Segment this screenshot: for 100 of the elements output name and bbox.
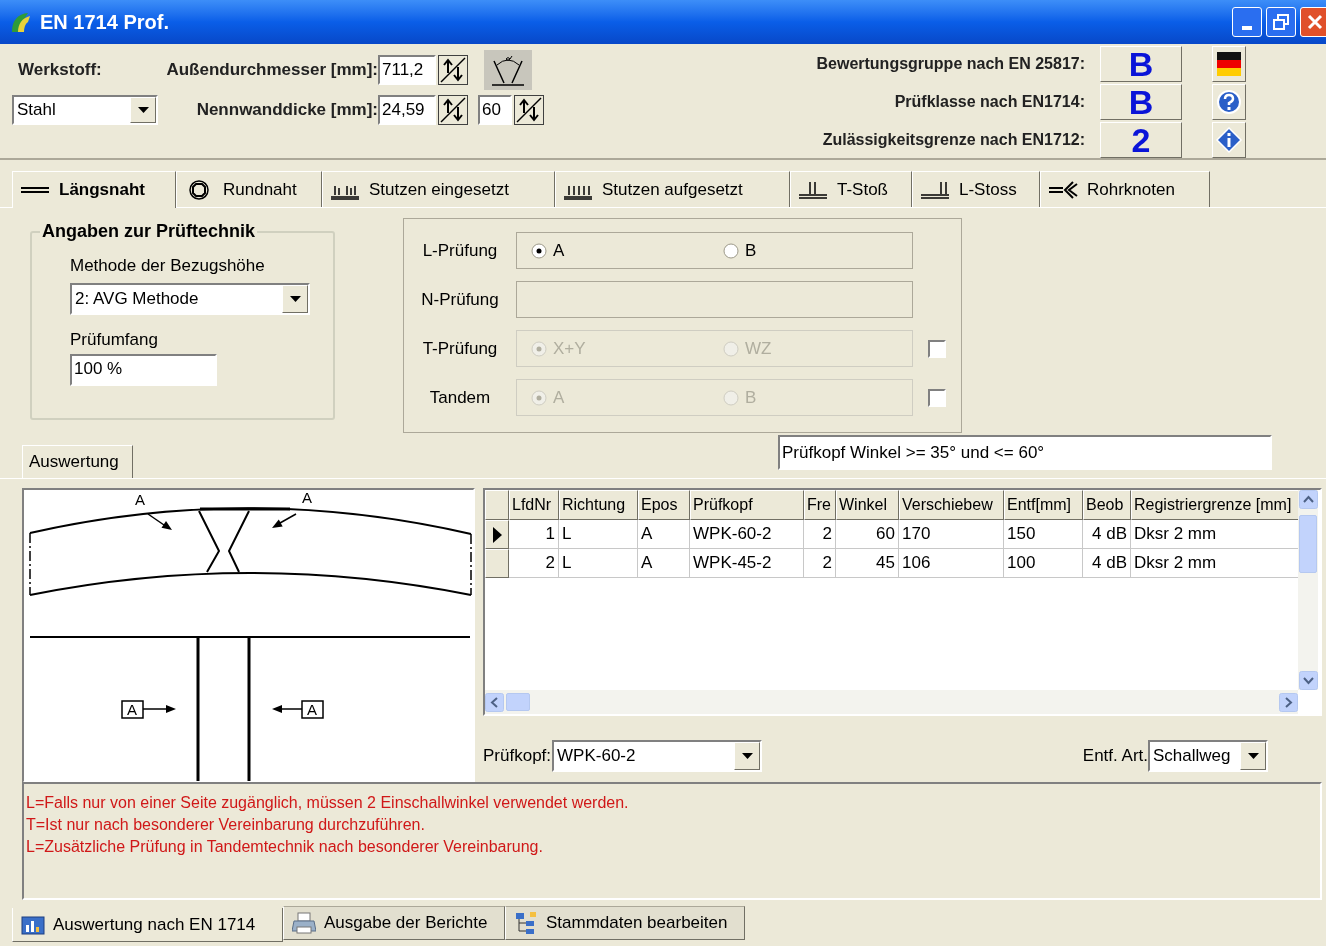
info-button[interactable]: [1212, 122, 1246, 158]
restore-icon: [1273, 14, 1289, 30]
dropdown-button[interactable]: [1240, 742, 1266, 770]
scroll-thumb[interactable]: [506, 693, 530, 711]
option-label: WZ: [745, 337, 772, 360]
table-cell: 100: [1004, 549, 1083, 578]
field-label: Entf. Art.: [1082, 745, 1148, 768]
scroll-up-icon: [1298, 490, 1318, 509]
tab[interactable]: Längsnaht: [12, 171, 176, 208]
pipe-node-icon: [1047, 179, 1079, 200]
group-title: Angaben zur Prüftechnik: [41, 220, 257, 243]
scroll-thumb[interactable]: [1299, 515, 1317, 573]
row-pointer-icon: [492, 526, 502, 543]
column-header[interactable]: Fre: [804, 490, 836, 520]
probe-arrow: [272, 513, 297, 528]
input-field[interactable]: 24,59: [378, 95, 436, 125]
column-header[interactable]: Richtung: [559, 490, 638, 520]
tab[interactable]: Stutzen eingesetzt: [322, 171, 555, 207]
column-header[interactable]: Verschiebew: [899, 490, 1004, 520]
radio-button[interactable]: [531, 242, 547, 259]
tab[interactable]: Ausgabe der Berichte: [283, 906, 505, 940]
probe-arrow: [142, 705, 176, 713]
tab[interactable]: T-Stoß: [790, 171, 912, 207]
input-field[interactable]: 100 %: [70, 354, 217, 386]
column-header[interactable]: Beob: [1083, 490, 1131, 520]
field-label: Prüfumfang: [70, 328, 159, 351]
angle-button[interactable]: [484, 50, 532, 90]
note-text: T=Ist nur nach besonderer Vereinbarung durchzuführen.: [26, 815, 426, 835]
scroll-left-icon: [485, 692, 504, 712]
tab[interactable]: Stammdaten bearbeiten: [505, 906, 745, 940]
table-cell: 2: [804, 549, 836, 578]
table-cell: L: [559, 549, 638, 578]
up-down-arrows-icon: [516, 97, 542, 123]
test-label: N-Prüfung: [421, 288, 499, 311]
rating-label: Prüfklasse nach EN1714:: [894, 92, 1085, 112]
test-label: L-Prüfung: [422, 239, 498, 262]
caret-icon: [1247, 753, 1259, 759]
probe-arrow: [147, 513, 172, 530]
hint-field: Prüfkopf Winkel >= 35° und <= 60°: [778, 435, 1272, 470]
tab[interactable]: Stutzen aufgesetzt: [555, 171, 790, 207]
section-label: A: [135, 491, 145, 508]
spin-button[interactable]: [438, 55, 468, 85]
input-field[interactable]: 60: [478, 95, 512, 125]
field-label: Methode der Bezugshöhe: [70, 255, 266, 277]
section-label: A: [302, 490, 312, 506]
table-cell: 2: [509, 549, 559, 578]
tab[interactable]: Auswertung: [22, 445, 133, 478]
column-header[interactable]: Epos: [638, 490, 690, 520]
horizontal-scrollbar[interactable]: [485, 690, 1298, 714]
spin-button[interactable]: [438, 95, 468, 125]
close-button[interactable]: [1300, 7, 1326, 37]
rating-label: Bewertungsgruppe nach EN 25817:: [816, 54, 1085, 74]
column-header[interactable]: Prüfkopf: [690, 490, 804, 520]
row-header[interactable]: [485, 520, 509, 549]
rating-value: B: [1100, 84, 1182, 120]
distance-type-dropdown[interactable]: Schallweg: [1148, 740, 1268, 772]
material-dropdown[interactable]: Stahl: [12, 95, 158, 125]
dropdown-button[interactable]: [130, 97, 156, 123]
probe-box: [301, 700, 324, 719]
column-header[interactable]: Winkel: [836, 490, 899, 520]
option-label: A: [553, 386, 565, 409]
table-cell: A: [638, 549, 690, 578]
help-button[interactable]: [1212, 84, 1246, 120]
l-joint-icon: [919, 179, 951, 200]
spin-button[interactable]: [514, 95, 544, 125]
field-label: Nennwanddicke [mm]:: [196, 99, 378, 122]
radio-button[interactable]: [723, 242, 739, 259]
table-cell: 45: [836, 549, 899, 578]
probe-arrow: [272, 705, 303, 713]
method-dropdown[interactable]: 2: AVG Methode: [70, 282, 310, 315]
dropdown-button[interactable]: [282, 284, 308, 313]
note-text: L=Zusätzliche Prüfung in Tandemtechnik nach besonderer Vereinbarung.: [26, 837, 544, 857]
field-label: Werkstoff:: [17, 59, 103, 82]
option-label: A: [553, 239, 565, 262]
test-label: Tandem: [429, 386, 491, 409]
column-header[interactable]: Entf[mm]: [1004, 490, 1083, 520]
minimize-button[interactable]: [1232, 7, 1262, 37]
column-header[interactable]: LfdNr: [509, 490, 559, 520]
tab[interactable]: Rohrknoten: [1040, 171, 1210, 207]
up-down-arrows-icon: [440, 57, 466, 83]
scroll-right-icon: [1279, 692, 1298, 712]
tab[interactable]: Auswertung nach EN 1714: [12, 908, 283, 942]
option-label: B: [745, 386, 757, 409]
window-title: EN 1714 Prof.: [40, 10, 169, 35]
tab[interactable]: Rundnaht: [176, 171, 322, 207]
tab[interactable]: L-Stoss: [912, 171, 1040, 207]
caret-icon: [137, 107, 149, 113]
section-label: A: [127, 701, 137, 718]
restore-button[interactable]: [1266, 7, 1296, 37]
minimize-icon: [1242, 26, 1252, 30]
flag-icon: [1215, 50, 1243, 78]
rating-label: Zulässigkeitsgrenze nach EN1712:: [822, 130, 1085, 150]
language-button[interactable]: [1212, 46, 1246, 82]
scroll-down-icon: [1298, 671, 1318, 690]
field-label: Außendurchmesser [mm]:: [166, 59, 378, 82]
help-icon: [1215, 88, 1243, 116]
probe-dropdown[interactable]: WPK-60-2: [552, 740, 763, 772]
input-field[interactable]: 711,2: [378, 55, 436, 85]
vertical-scrollbar[interactable]: [1298, 490, 1318, 690]
dropdown-button[interactable]: [734, 742, 761, 770]
